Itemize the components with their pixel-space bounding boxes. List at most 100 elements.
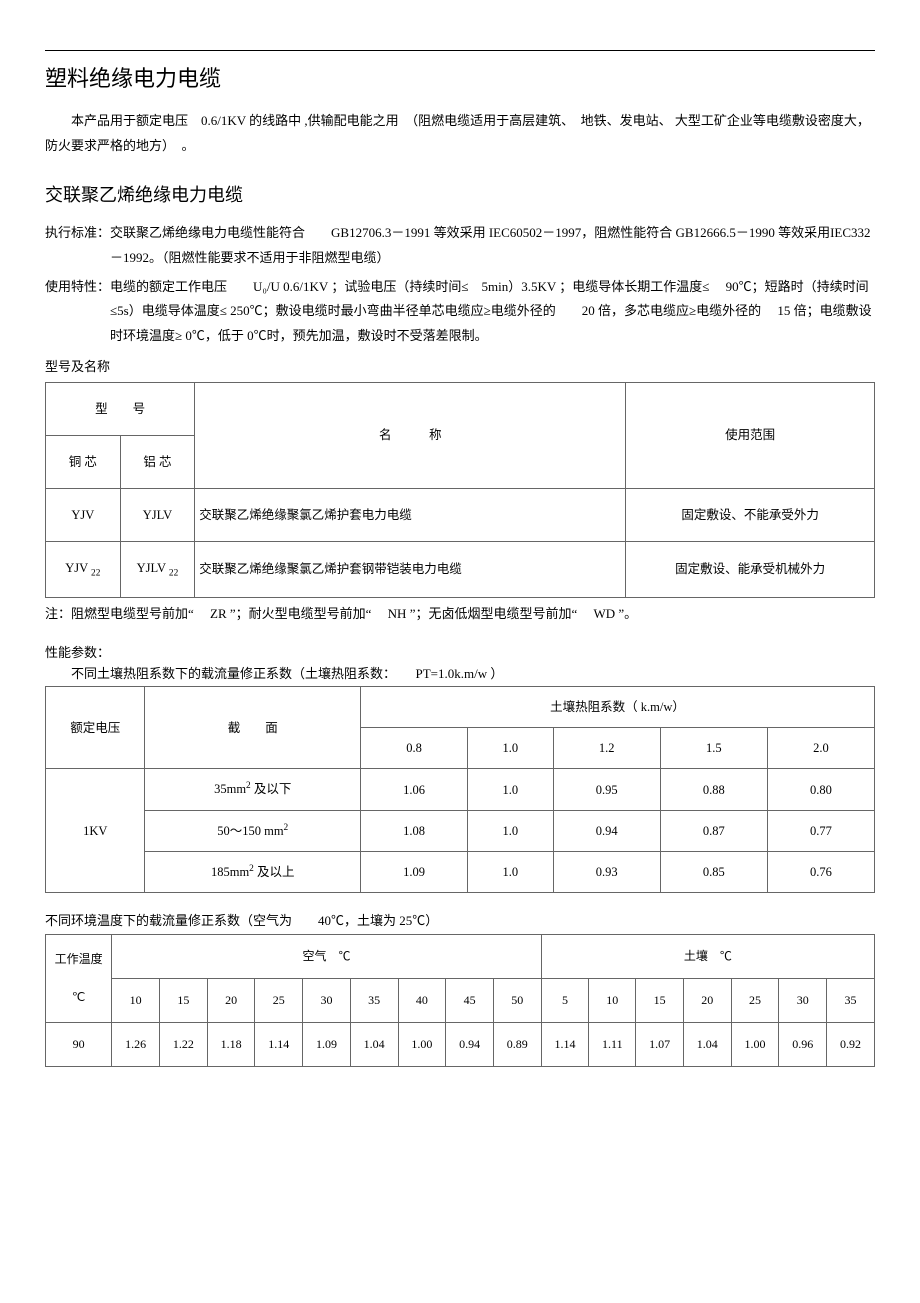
usage-label: 使用特性： (45, 279, 110, 294)
th-col: 1.5 (660, 728, 767, 769)
cell-name: 交联聚乙烯绝缘聚氯乙烯护套电力电缆 (195, 488, 626, 541)
cell-val: 1.22 (160, 1023, 208, 1067)
standard-line: 执行标准：交联聚乙烯绝缘电力电缆性能符合 GB12706.3－1991 等效采用… (45, 221, 875, 270)
cell-val: 0.77 (767, 810, 874, 851)
th-col: 15 (160, 978, 208, 1022)
th-worktemp: 工作温度 ℃ (46, 934, 112, 1022)
th-col: 20 (207, 978, 255, 1022)
soil-coef-table: 额定电压 截 面 土壤热阻系数（ k.m/w） 0.8 1.0 1.2 1.5 … (45, 686, 875, 892)
table-row: 90 1.26 1.22 1.18 1.14 1.09 1.04 1.00 0.… (46, 1023, 875, 1067)
th-air: 空气 ℃ (112, 934, 541, 978)
cell-val: 0.85 (660, 851, 767, 892)
model-table: 型 号 名 称 使用范围 铜 芯 铝 芯 YJV YJLV 交联聚乙烯绝缘聚氯乙… (45, 382, 875, 599)
th-col: 2.0 (767, 728, 874, 769)
cell-cu: YJV (46, 488, 121, 541)
cell-val: 1.11 (589, 1023, 636, 1067)
t3-title: 不同环境温度下的载流量修正系数（空气为 40℃，土壤为 25℃） (45, 911, 875, 932)
cell-val: 0.95 (553, 769, 660, 810)
th-col: 15 (636, 978, 684, 1022)
t2-title: 不同土壤热阻系数下的载流量修正系数（土壤热阻系数： PT=1.0k.m/w ） (45, 664, 875, 685)
cell-val: 0.76 (767, 851, 874, 892)
model-note: 注：阻燃型电缆型号前加“ ZR ”；耐火型电缆型号前加“ NH ”；无卤低烟型电… (45, 604, 875, 625)
cell-val: 1.07 (636, 1023, 684, 1067)
standard-body: 交联聚乙烯绝缘电力电缆性能符合 GB12706.3－1991 等效采用 IEC6… (110, 225, 871, 265)
page-title: 塑料绝缘电力电缆 (45, 61, 875, 96)
usage-line: 使用特性：电缆的额定工作电压 U₀/U 0.6/1KV ；试验电压（持续时间≤ … (45, 275, 875, 349)
cell-val: 1.09 (303, 1023, 351, 1067)
cell-val: 1.0 (468, 851, 553, 892)
env-temp-table: 工作温度 ℃ 空气 ℃ 土壤 ℃ 10 15 20 25 30 35 40 45… (45, 934, 875, 1068)
cell-val: 0.92 (827, 1023, 875, 1067)
th-col: 25 (255, 978, 303, 1022)
table-row: 1KV 35mm2 及以下 1.06 1.0 0.95 0.88 0.80 (46, 769, 875, 810)
th-col: 25 (731, 978, 779, 1022)
cell-scope: 固定敷设、不能承受外力 (626, 488, 875, 541)
cell-val: 1.04 (350, 1023, 398, 1067)
cell-val: 1.00 (731, 1023, 779, 1067)
cell-val: 0.87 (660, 810, 767, 851)
th-col: 0.8 (361, 728, 468, 769)
th-scope: 使用范围 (626, 382, 875, 488)
cell-val: 0.80 (767, 769, 874, 810)
th-col: 45 (446, 978, 494, 1022)
table-row: YJV YJLV 交联聚乙烯绝缘聚氯乙烯护套电力电缆 固定敷设、不能承受外力 (46, 488, 875, 541)
cell-al: YJLV 22 (120, 541, 195, 598)
table-row: 185mm2 及以上 1.09 1.0 0.93 0.85 0.76 (46, 851, 875, 892)
cell-section: 185mm2 及以上 (145, 851, 361, 892)
th-col: 50 (493, 978, 541, 1022)
usage-body: 电缆的额定工作电压 U₀/U 0.6/1KV ；试验电压（持续时间≤ 5min）… (110, 279, 872, 343)
standard-label: 执行标准： (45, 225, 110, 240)
cell-voltage: 1KV (46, 769, 145, 892)
cell-section: 35mm2 及以下 (145, 769, 361, 810)
cell-val: 1.06 (361, 769, 468, 810)
model-heading: 型号及名称 (45, 357, 875, 378)
cell-cu: YJV 22 (46, 541, 121, 598)
th-worktemp-b: ℃ (72, 990, 85, 1004)
cell-val: 1.14 (255, 1023, 303, 1067)
table-row: YJV 22 YJLV 22 交联聚乙烯绝缘聚氯乙烯护套钢带铠装电力电缆 固定敷… (46, 541, 875, 598)
section-title: 交联聚乙烯绝缘电力电缆 (45, 181, 875, 210)
th-col: 30 (303, 978, 351, 1022)
top-rule (45, 50, 875, 51)
cell-val: 1.26 (112, 1023, 160, 1067)
cell-section: 50～150 mm2 (145, 810, 361, 851)
cell-val: 1.0 (468, 769, 553, 810)
th-section: 截 面 (145, 687, 361, 769)
th-col: 40 (398, 978, 446, 1022)
intro-paragraph: 本产品用于额定电压 0.6/1KV 的线路中 ,供输配电能之用 （阻燃电缆适用于… (45, 109, 875, 158)
th-col: 30 (779, 978, 827, 1022)
cell-val: 0.94 (553, 810, 660, 851)
cell-val: 1.0 (468, 810, 553, 851)
th-aluminum: 铝 芯 (120, 435, 195, 488)
cell-val: 1.08 (361, 810, 468, 851)
th-col: 10 (589, 978, 636, 1022)
th-worktemp-a: 工作温度 (55, 952, 103, 966)
cell-val: 0.89 (493, 1023, 541, 1067)
th-col: 5 (541, 978, 589, 1022)
th-col: 35 (350, 978, 398, 1022)
th-col: 10 (112, 978, 160, 1022)
perf-heading: 性能参数： (45, 643, 875, 664)
cell-name: 交联聚乙烯绝缘聚氯乙烯护套钢带铠装电力电缆 (195, 541, 626, 598)
cell-val: 0.88 (660, 769, 767, 810)
cell-val: 1.00 (398, 1023, 446, 1067)
th-coef: 土壤热阻系数（ k.m/w） (361, 687, 875, 728)
cell-val: 0.96 (779, 1023, 827, 1067)
th-voltage: 额定电压 (46, 687, 145, 769)
th-model: 型 号 (46, 382, 195, 435)
th-col: 35 (827, 978, 875, 1022)
cell-al: YJLV (120, 488, 195, 541)
table-row: 50～150 mm2 1.08 1.0 0.94 0.87 0.77 (46, 810, 875, 851)
cell-val: 0.94 (446, 1023, 494, 1067)
cell-temp: 90 (46, 1023, 112, 1067)
th-name: 名 称 (195, 382, 626, 488)
cell-val: 1.04 (683, 1023, 731, 1067)
th-col: 1.2 (553, 728, 660, 769)
cell-scope: 固定敷设、能承受机械外力 (626, 541, 875, 598)
th-col: 1.0 (468, 728, 553, 769)
cell-val: 1.09 (361, 851, 468, 892)
cell-val: 0.93 (553, 851, 660, 892)
th-soil: 土壤 ℃ (541, 934, 874, 978)
th-copper: 铜 芯 (46, 435, 121, 488)
cell-val: 1.14 (541, 1023, 589, 1067)
